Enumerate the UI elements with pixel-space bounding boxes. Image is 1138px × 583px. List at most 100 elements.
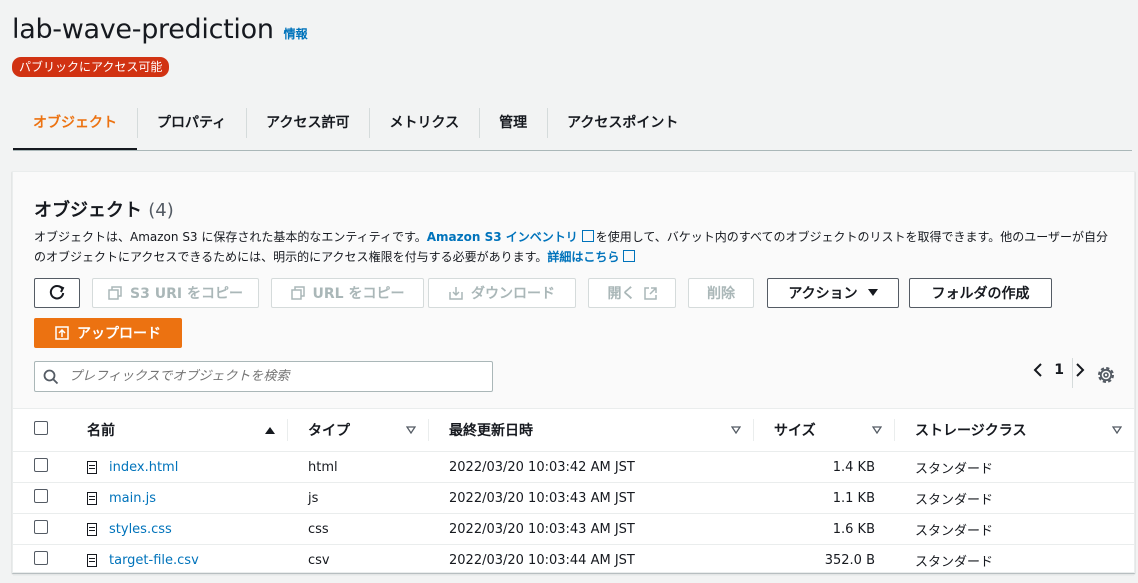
panel-header: オブジェクト (4) オブジェクトは、Amazon S3 に保存された基本的なエ… xyxy=(13,172,1134,409)
object-size: 1.4 KB xyxy=(754,451,895,483)
object-size: 352.0 B xyxy=(754,544,895,576)
gear-icon[interactable] xyxy=(1094,363,1118,387)
object-size: 1.1 KB xyxy=(754,482,895,514)
download-icon xyxy=(449,287,463,300)
copy-s3-uri-label: S3 URI をコピー xyxy=(130,286,243,302)
panel-title: オブジェクト (4) xyxy=(34,196,174,222)
object-count: (4) xyxy=(148,200,174,221)
sort-icon xyxy=(872,426,882,434)
object-type: js xyxy=(288,482,429,514)
upload-label: アップロード xyxy=(77,326,161,342)
row-checkbox[interactable] xyxy=(34,458,48,472)
download-button[interactable]: ダウンロード xyxy=(428,278,576,308)
row-checkbox[interactable] xyxy=(34,489,48,503)
panel-description: オブジェクトは、Amazon S3 に保存された基本的なエンティティです。Ama… xyxy=(34,227,1114,267)
pagination: 1 xyxy=(1032,362,1086,378)
object-type: html xyxy=(288,451,429,483)
sort-icon xyxy=(1112,426,1122,434)
page-header: lab-wave-prediction 情報 パブリックにアクセス可能 オブジェ… xyxy=(0,0,1138,151)
actions-dropdown[interactable]: アクション xyxy=(767,278,899,308)
copy-icon xyxy=(290,286,305,300)
open-label: 開く xyxy=(607,286,636,302)
inventory-link[interactable]: Amazon S3 インベントリ xyxy=(427,230,578,244)
tab-management[interactable]: 管理 xyxy=(479,104,547,140)
tab-metrics[interactable]: メトリクス xyxy=(369,104,479,140)
column-header-storage-class[interactable]: ストレージクラス xyxy=(895,409,1134,452)
external-link-icon xyxy=(643,286,657,300)
object-storage-class: スタンダード xyxy=(895,513,1134,545)
copy-url-button[interactable]: URL をコピー xyxy=(271,278,424,308)
download-label: ダウンロード xyxy=(471,286,555,302)
object-storage-class: スタンダード xyxy=(895,544,1134,576)
object-type: csv xyxy=(288,544,429,576)
table-row[interactable]: target-file.csv csv 2022/03/20 10:03:44 … xyxy=(13,544,1134,576)
tab-permissions[interactable]: アクセス許可 xyxy=(246,104,369,140)
copy-url-label: URL をコピー xyxy=(312,286,405,302)
bucket-tabs: オブジェクト プロパティ アクセス許可 メトリクス 管理 アクセスポイント xyxy=(13,104,698,151)
column-storage-label: ストレージクラス xyxy=(915,423,1027,439)
object-name-link[interactable]: styles.css xyxy=(109,522,172,537)
pager-divider xyxy=(1072,358,1073,388)
file-icon xyxy=(87,491,97,505)
create-folder-button[interactable]: フォルダの作成 xyxy=(909,278,1052,308)
sort-icon xyxy=(731,426,741,434)
sort-ascending-icon xyxy=(265,427,275,434)
file-icon xyxy=(87,522,97,536)
select-all-cell xyxy=(13,409,67,452)
table-row[interactable]: main.js js 2022/03/20 10:03:43 AM JST 1.… xyxy=(13,482,1134,514)
info-link[interactable]: 情報 xyxy=(284,25,308,42)
column-header-name[interactable]: 名前 xyxy=(67,409,288,452)
title-row: lab-wave-prediction 情報 xyxy=(12,14,308,45)
object-modified: 2022/03/20 10:03:43 AM JST xyxy=(429,513,754,545)
objects-table: 名前 タイプ 最終更新日時 サイズ ストレージクラス index.html ht… xyxy=(13,409,1134,576)
previous-page-icon[interactable] xyxy=(1032,362,1044,378)
search-icon xyxy=(43,369,59,384)
select-all-checkbox[interactable] xyxy=(34,421,48,435)
actions-label: アクション xyxy=(788,286,858,302)
column-type-label: タイプ xyxy=(308,423,350,439)
tab-access-points[interactable]: アクセスポイント xyxy=(547,104,698,140)
tab-objects[interactable]: オブジェクト xyxy=(13,104,137,151)
copy-icon xyxy=(108,286,122,300)
copy-s3-uri-button[interactable]: S3 URI をコピー xyxy=(92,278,259,308)
file-icon xyxy=(87,553,97,567)
object-modified: 2022/03/20 10:03:44 AM JST xyxy=(429,544,754,576)
upload-icon xyxy=(55,326,69,340)
external-link-icon xyxy=(623,250,636,262)
tabs-divider xyxy=(13,150,1132,151)
refresh-icon xyxy=(49,285,65,300)
object-name-link[interactable]: main.js xyxy=(109,491,156,506)
row-checkbox[interactable] xyxy=(34,520,48,534)
table-row[interactable]: styles.css css 2022/03/20 10:03:43 AM JS… xyxy=(13,513,1134,545)
next-page-icon[interactable] xyxy=(1074,362,1086,378)
table-header-row: 名前 タイプ 最終更新日時 サイズ ストレージクラス xyxy=(13,409,1134,452)
column-modified-label: 最終更新日時 xyxy=(449,423,533,439)
object-size: 1.6 KB xyxy=(754,513,895,545)
open-button[interactable]: 開く xyxy=(588,278,676,308)
public-access-badge: パブリックにアクセス可能 xyxy=(12,57,170,77)
external-link-icon xyxy=(581,230,594,242)
column-header-size[interactable]: サイズ xyxy=(754,409,895,452)
desc-text-1: オブジェクトは、Amazon S3 に保存された基本的なエンティティです。 xyxy=(34,230,427,244)
object-type: css xyxy=(288,513,429,545)
panel-title-text: オブジェクト xyxy=(34,200,142,221)
upload-button[interactable]: アップロード xyxy=(34,318,182,348)
current-page[interactable]: 1 xyxy=(1054,362,1064,378)
object-storage-class: スタンダード xyxy=(895,482,1134,514)
row-checkbox[interactable] xyxy=(34,551,48,565)
column-header-type[interactable]: タイプ xyxy=(288,409,429,452)
object-name-link[interactable]: target-file.csv xyxy=(109,553,199,568)
object-name-link[interactable]: index.html xyxy=(109,460,178,475)
refresh-button[interactable] xyxy=(34,278,80,308)
object-storage-class: スタンダード xyxy=(895,451,1134,483)
bucket-title: lab-wave-prediction xyxy=(12,14,274,45)
learn-more-link[interactable]: 詳細はこちら xyxy=(547,250,619,264)
search-input[interactable] xyxy=(67,368,471,385)
tab-properties[interactable]: プロパティ xyxy=(137,104,246,140)
delete-button[interactable]: 削除 xyxy=(688,278,754,308)
objects-panel: オブジェクト (4) オブジェクトは、Amazon S3 に保存された基本的なエ… xyxy=(12,171,1135,576)
column-header-modified[interactable]: 最終更新日時 xyxy=(429,409,754,452)
object-modified: 2022/03/20 10:03:42 AM JST xyxy=(429,451,754,483)
table-row[interactable]: index.html html 2022/03/20 10:03:42 AM J… xyxy=(13,451,1134,483)
caret-down-icon xyxy=(867,289,878,296)
